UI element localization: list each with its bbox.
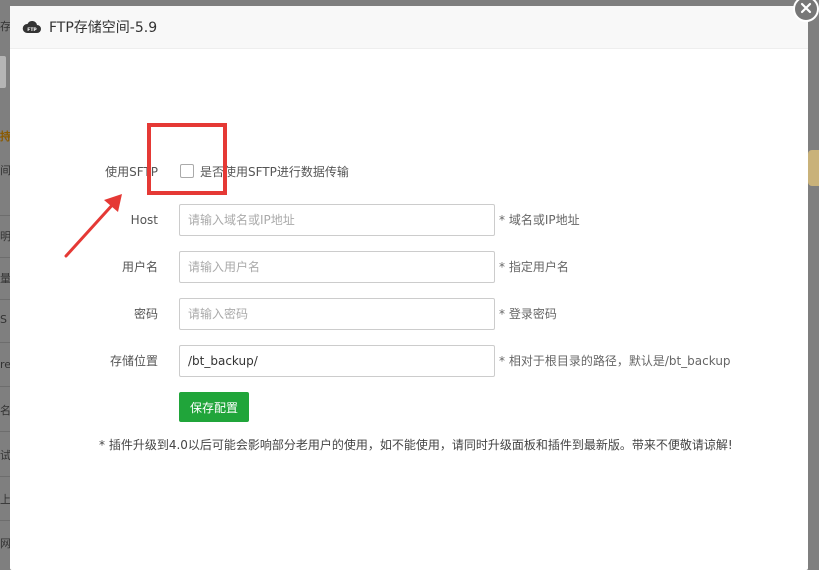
- username-hint: * 指定用户名: [499, 260, 569, 274]
- upgrade-notice: * 插件升级到4.0以后可能会影响部分老用户的使用，如不能使用，请同时升级面板和…: [99, 438, 733, 452]
- close-icon: [800, 2, 812, 17]
- password-input[interactable]: [179, 298, 495, 330]
- bg-divider: [0, 342, 10, 343]
- storage-path-row: 存储位置 * 相对于根目录的路径，默认是/bt_backup: [10, 345, 808, 377]
- bg-divider: [0, 520, 10, 521]
- bg-text-fragment: S: [0, 313, 7, 326]
- bg-text-fragment: 持: [0, 130, 10, 143]
- bg-warning-badge: [808, 150, 819, 186]
- bg-divider: [0, 386, 10, 387]
- host-hint: * 域名或IP地址: [499, 213, 580, 227]
- bg-text-fragment: 名: [0, 404, 10, 417]
- host-input[interactable]: [179, 204, 495, 236]
- cloud-ftp-icon: FTP: [22, 19, 42, 35]
- bg-text-fragment: re: [0, 358, 10, 371]
- dialog-title: FTP存储空间-5.9: [49, 20, 158, 36]
- bg-divider: [0, 299, 10, 300]
- username-input[interactable]: [179, 251, 495, 283]
- bg-text-fragment: 上: [0, 493, 10, 506]
- annotation-highlight-box: [147, 123, 227, 195]
- bg-divider: [0, 257, 10, 258]
- password-row: 密码 * 登录密码: [10, 298, 808, 330]
- svg-text:FTP: FTP: [27, 27, 37, 33]
- bg-button: [0, 56, 6, 88]
- password-hint: * 登录密码: [499, 307, 557, 321]
- storage-path-label: 存储位置: [109, 354, 158, 368]
- bg-divider: [0, 476, 10, 477]
- ftp-settings-dialog: FTP FTP存储空间-5.9 使用SFTP 是否使用SFTP进行数据传输 Ho…: [10, 6, 808, 570]
- sftp-row: 使用SFTP 是否使用SFTP进行数据传输: [10, 156, 808, 188]
- bg-divider: [0, 431, 10, 432]
- bg-text-fragment: 网: [0, 537, 10, 550]
- bg-text-fragment: 明: [0, 230, 10, 243]
- dialog-header: FTP FTP存储空间-5.9: [10, 6, 808, 49]
- bg-text-fragment: 间: [0, 164, 10, 177]
- password-label: 密码: [133, 307, 158, 321]
- annotation-arrow-icon: [64, 194, 122, 258]
- save-config-button[interactable]: 保存配置: [179, 392, 249, 422]
- bg-text-fragment: 存: [0, 20, 10, 33]
- bg-divider: [0, 215, 10, 216]
- bg-text-fragment: 量: [0, 272, 10, 285]
- host-label: Host: [130, 213, 158, 227]
- bg-text-fragment: 试: [0, 449, 10, 462]
- storage-path-hint: * 相对于根目录的路径，默认是/bt_backup: [499, 354, 731, 368]
- storage-path-input[interactable]: [179, 345, 495, 377]
